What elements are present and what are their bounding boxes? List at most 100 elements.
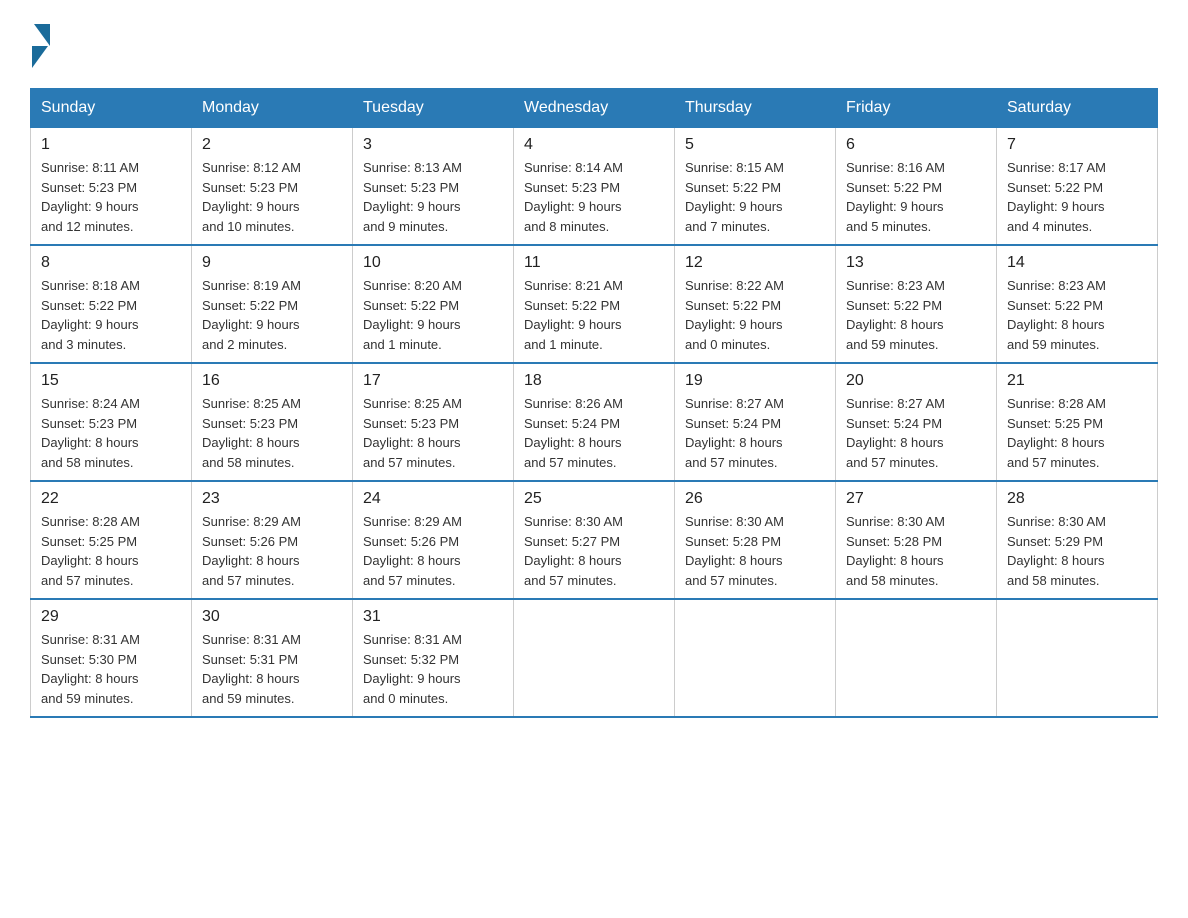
calendar-cell: 23 Sunrise: 8:29 AMSunset: 5:26 PMDaylig… <box>192 481 353 599</box>
calendar-table: SundayMondayTuesdayWednesdayThursdayFrid… <box>30 88 1158 718</box>
day-number: 3 <box>363 136 503 154</box>
day-header-wednesday: Wednesday <box>514 89 675 128</box>
calendar-cell: 16 Sunrise: 8:25 AMSunset: 5:23 PMDaylig… <box>192 363 353 481</box>
day-number: 14 <box>1007 254 1147 272</box>
day-header-tuesday: Tuesday <box>353 89 514 128</box>
calendar-cell: 2 Sunrise: 8:12 AMSunset: 5:23 PMDayligh… <box>192 128 353 246</box>
day-info: Sunrise: 8:13 AMSunset: 5:23 PMDaylight:… <box>363 158 503 236</box>
day-info: Sunrise: 8:23 AMSunset: 5:22 PMDaylight:… <box>846 276 986 354</box>
day-info: Sunrise: 8:30 AMSunset: 5:28 PMDaylight:… <box>685 512 825 590</box>
calendar-cell: 1 Sunrise: 8:11 AMSunset: 5:23 PMDayligh… <box>31 128 192 246</box>
day-header-thursday: Thursday <box>675 89 836 128</box>
calendar-cell: 7 Sunrise: 8:17 AMSunset: 5:22 PMDayligh… <box>997 128 1158 246</box>
calendar-cell: 12 Sunrise: 8:22 AMSunset: 5:22 PMDaylig… <box>675 245 836 363</box>
day-number: 27 <box>846 490 986 508</box>
week-row-2: 8 Sunrise: 8:18 AMSunset: 5:22 PMDayligh… <box>31 245 1158 363</box>
calendar-cell <box>836 599 997 717</box>
calendar-cell <box>997 599 1158 717</box>
day-number: 31 <box>363 608 503 626</box>
calendar-cell: 20 Sunrise: 8:27 AMSunset: 5:24 PMDaylig… <box>836 363 997 481</box>
day-number: 2 <box>202 136 342 154</box>
calendar-cell: 21 Sunrise: 8:28 AMSunset: 5:25 PMDaylig… <box>997 363 1158 481</box>
calendar-cell: 17 Sunrise: 8:25 AMSunset: 5:23 PMDaylig… <box>353 363 514 481</box>
day-info: Sunrise: 8:30 AMSunset: 5:28 PMDaylight:… <box>846 512 986 590</box>
calendar-cell: 13 Sunrise: 8:23 AMSunset: 5:22 PMDaylig… <box>836 245 997 363</box>
day-info: Sunrise: 8:25 AMSunset: 5:23 PMDaylight:… <box>363 394 503 472</box>
day-info: Sunrise: 8:11 AMSunset: 5:23 PMDaylight:… <box>41 158 181 236</box>
day-info: Sunrise: 8:22 AMSunset: 5:22 PMDaylight:… <box>685 276 825 354</box>
calendar-cell <box>514 599 675 717</box>
day-number: 16 <box>202 372 342 390</box>
day-number: 25 <box>524 490 664 508</box>
day-info: Sunrise: 8:20 AMSunset: 5:22 PMDaylight:… <box>363 276 503 354</box>
day-number: 11 <box>524 254 664 272</box>
calendar-cell: 25 Sunrise: 8:30 AMSunset: 5:27 PMDaylig… <box>514 481 675 599</box>
calendar-cell: 30 Sunrise: 8:31 AMSunset: 5:31 PMDaylig… <box>192 599 353 717</box>
calendar-cell: 26 Sunrise: 8:30 AMSunset: 5:28 PMDaylig… <box>675 481 836 599</box>
calendar-cell: 24 Sunrise: 8:29 AMSunset: 5:26 PMDaylig… <box>353 481 514 599</box>
day-number: 22 <box>41 490 181 508</box>
day-number: 26 <box>685 490 825 508</box>
day-header-sunday: Sunday <box>31 89 192 128</box>
calendar-cell: 29 Sunrise: 8:31 AMSunset: 5:30 PMDaylig… <box>31 599 192 717</box>
day-number: 24 <box>363 490 503 508</box>
calendar-cell: 28 Sunrise: 8:30 AMSunset: 5:29 PMDaylig… <box>997 481 1158 599</box>
day-info: Sunrise: 8:16 AMSunset: 5:22 PMDaylight:… <box>846 158 986 236</box>
logo <box>30 20 52 68</box>
day-info: Sunrise: 8:14 AMSunset: 5:23 PMDaylight:… <box>524 158 664 236</box>
day-number: 23 <box>202 490 342 508</box>
day-number: 20 <box>846 372 986 390</box>
day-number: 13 <box>846 254 986 272</box>
week-row-3: 15 Sunrise: 8:24 AMSunset: 5:23 PMDaylig… <box>31 363 1158 481</box>
calendar-cell: 8 Sunrise: 8:18 AMSunset: 5:22 PMDayligh… <box>31 245 192 363</box>
day-info: Sunrise: 8:31 AMSunset: 5:31 PMDaylight:… <box>202 630 342 708</box>
calendar-cell: 4 Sunrise: 8:14 AMSunset: 5:23 PMDayligh… <box>514 128 675 246</box>
calendar-cell: 15 Sunrise: 8:24 AMSunset: 5:23 PMDaylig… <box>31 363 192 481</box>
day-number: 30 <box>202 608 342 626</box>
day-number: 12 <box>685 254 825 272</box>
day-info: Sunrise: 8:31 AMSunset: 5:32 PMDaylight:… <box>363 630 503 708</box>
day-number: 17 <box>363 372 503 390</box>
day-info: Sunrise: 8:23 AMSunset: 5:22 PMDaylight:… <box>1007 276 1147 354</box>
day-info: Sunrise: 8:28 AMSunset: 5:25 PMDaylight:… <box>1007 394 1147 472</box>
day-info: Sunrise: 8:29 AMSunset: 5:26 PMDaylight:… <box>363 512 503 590</box>
week-row-1: 1 Sunrise: 8:11 AMSunset: 5:23 PMDayligh… <box>31 128 1158 246</box>
day-number: 21 <box>1007 372 1147 390</box>
day-number: 7 <box>1007 136 1147 154</box>
day-number: 9 <box>202 254 342 272</box>
calendar-cell: 9 Sunrise: 8:19 AMSunset: 5:22 PMDayligh… <box>192 245 353 363</box>
week-row-5: 29 Sunrise: 8:31 AMSunset: 5:30 PMDaylig… <box>31 599 1158 717</box>
day-info: Sunrise: 8:24 AMSunset: 5:23 PMDaylight:… <box>41 394 181 472</box>
day-info: Sunrise: 8:18 AMSunset: 5:22 PMDaylight:… <box>41 276 181 354</box>
day-number: 8 <box>41 254 181 272</box>
calendar-cell: 6 Sunrise: 8:16 AMSunset: 5:22 PMDayligh… <box>836 128 997 246</box>
week-row-4: 22 Sunrise: 8:28 AMSunset: 5:25 PMDaylig… <box>31 481 1158 599</box>
day-info: Sunrise: 8:27 AMSunset: 5:24 PMDaylight:… <box>685 394 825 472</box>
day-header-friday: Friday <box>836 89 997 128</box>
calendar-cell: 31 Sunrise: 8:31 AMSunset: 5:32 PMDaylig… <box>353 599 514 717</box>
day-info: Sunrise: 8:26 AMSunset: 5:24 PMDaylight:… <box>524 394 664 472</box>
calendar-cell: 19 Sunrise: 8:27 AMSunset: 5:24 PMDaylig… <box>675 363 836 481</box>
day-info: Sunrise: 8:30 AMSunset: 5:27 PMDaylight:… <box>524 512 664 590</box>
calendar-cell <box>675 599 836 717</box>
days-header-row: SundayMondayTuesdayWednesdayThursdayFrid… <box>31 89 1158 128</box>
day-info: Sunrise: 8:19 AMSunset: 5:22 PMDaylight:… <box>202 276 342 354</box>
calendar-cell: 18 Sunrise: 8:26 AMSunset: 5:24 PMDaylig… <box>514 363 675 481</box>
day-info: Sunrise: 8:25 AMSunset: 5:23 PMDaylight:… <box>202 394 342 472</box>
day-info: Sunrise: 8:27 AMSunset: 5:24 PMDaylight:… <box>846 394 986 472</box>
day-number: 19 <box>685 372 825 390</box>
day-number: 18 <box>524 372 664 390</box>
calendar-cell: 3 Sunrise: 8:13 AMSunset: 5:23 PMDayligh… <box>353 128 514 246</box>
day-number: 10 <box>363 254 503 272</box>
day-number: 28 <box>1007 490 1147 508</box>
calendar-cell: 11 Sunrise: 8:21 AMSunset: 5:22 PMDaylig… <box>514 245 675 363</box>
calendar-cell: 27 Sunrise: 8:30 AMSunset: 5:28 PMDaylig… <box>836 481 997 599</box>
day-number: 5 <box>685 136 825 154</box>
day-number: 4 <box>524 136 664 154</box>
day-info: Sunrise: 8:28 AMSunset: 5:25 PMDaylight:… <box>41 512 181 590</box>
day-info: Sunrise: 8:12 AMSunset: 5:23 PMDaylight:… <box>202 158 342 236</box>
day-info: Sunrise: 8:31 AMSunset: 5:30 PMDaylight:… <box>41 630 181 708</box>
logo-arrow-icon <box>34 24 50 46</box>
day-number: 6 <box>846 136 986 154</box>
day-header-saturday: Saturday <box>997 89 1158 128</box>
